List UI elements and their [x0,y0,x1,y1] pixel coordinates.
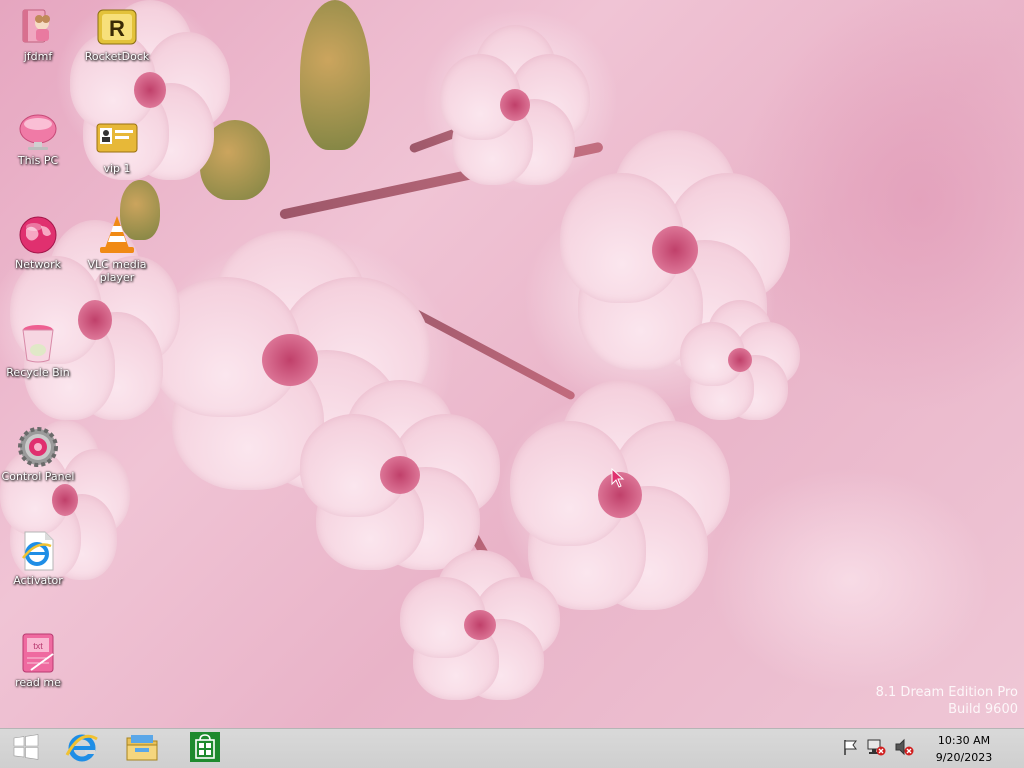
desktop-icon-this-pc[interactable]: This PC [0,110,76,167]
text-notebook-icon: txt [17,632,59,674]
desktop-icon-label: Activator [13,574,63,587]
desktop-icon-vlc[interactable]: VLC media player [79,214,155,284]
control-panel-gear-icon [17,426,59,468]
desktop-icon-network[interactable]: Network [0,214,76,271]
store-bag-icon [189,731,221,767]
os-edition-watermark: 8.1 Dream Edition Pro Build 9600 [876,684,1018,718]
vlc-cone-icon [96,214,138,256]
taskbar-internet-explorer[interactable] [58,731,106,767]
windows-logo-icon [13,734,39,764]
taskbar-store[interactable] [181,731,229,767]
desktop-icon-read-me[interactable]: txt read me [0,632,76,689]
svg-text:txt: txt [33,641,43,651]
desktop-icon-label: RocketDock [84,50,150,63]
desktop-icon-label: Recycle Bin [6,366,70,379]
desktop[interactable]: jfdmf R RocketDock This PC vip 1 Network… [0,0,1024,728]
desktop-icon-vip-1[interactable]: vip 1 [79,118,155,175]
id-card-icon [96,118,138,160]
desktop-icon-label: read me [15,676,61,689]
internet-explorer-icon [65,731,99,767]
mouse-cursor-icon [611,467,625,492]
user-folder-icon [17,6,59,48]
desktop-icon-label: This PC [17,154,59,167]
network-disconnected-icon[interactable] [866,738,886,760]
network-globe-icon [17,214,59,256]
taskbar: 10:30 AM 9/20/2023 [0,728,1024,768]
system-tray [842,738,914,760]
this-pc-icon [17,110,59,152]
watermark-edition: 8.1 Dream Edition Pro [875,685,1018,700]
desktop-icon-rocketdock[interactable]: R RocketDock [79,6,155,63]
desktop-icon-label: jfdmf [23,50,53,63]
desktop-icon-recycle-bin[interactable]: Recycle Bin [0,322,76,379]
watermark-build: Build 9600 [948,702,1018,717]
clock-date: 9/20/2023 [935,751,993,764]
rocketdock-icon: R [96,6,138,48]
desktop-icon-label: vip 1 [103,162,131,175]
taskbar-clock[interactable]: 10:30 AM 9/20/2023 [924,732,1004,766]
desktop-icon-label: Control Panel [1,470,75,483]
svg-text:R: R [109,16,125,41]
desktop-icon-jfdmf[interactable]: jfdmf [0,6,76,63]
taskbar-file-explorer[interactable] [118,731,166,767]
internet-explorer-file-icon [17,530,59,572]
desktop-icon-activator[interactable]: Activator [0,530,76,587]
file-explorer-folder-icon [125,732,159,766]
start-button[interactable] [2,731,50,767]
volume-muted-icon[interactable] [894,738,914,760]
action-center-flag-icon[interactable] [842,738,858,760]
desktop-icon-control-panel[interactable]: Control Panel [0,426,76,483]
clock-time: 10:30 AM [937,734,991,747]
desktop-icon-label: Network [15,258,61,271]
recycle-bin-icon [17,322,59,364]
desktop-icon-label: VLC media player [87,258,147,284]
